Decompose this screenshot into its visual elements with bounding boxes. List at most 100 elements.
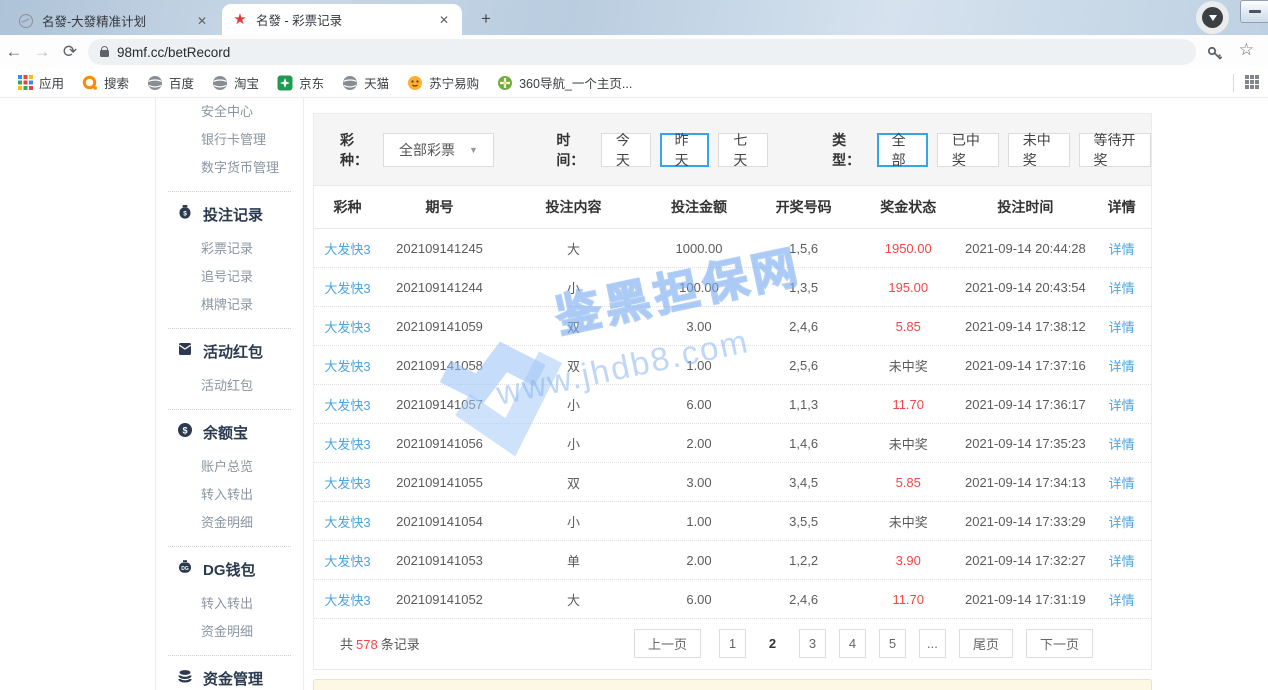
- draw-numbers-cell: 1,3,5: [749, 280, 858, 295]
- table-header-cell: 投注时间: [958, 197, 1092, 217]
- bookmark-item[interactable]: 天猫: [333, 71, 398, 95]
- sidebar-item[interactable]: 银行卡管理: [156, 126, 303, 154]
- lottery-link[interactable]: 大发快3: [314, 278, 381, 297]
- orange-ring-icon: [82, 75, 98, 91]
- password-key-icon[interactable]: [1206, 44, 1224, 65]
- detail-link[interactable]: 详情: [1092, 395, 1151, 414]
- media-controls-button[interactable]: [1196, 1, 1229, 34]
- time-filter-button[interactable]: 今天: [601, 133, 651, 167]
- lottery-link[interactable]: 大发快3: [314, 317, 381, 336]
- globe-icon: [342, 75, 358, 91]
- prize-status-cell: 11.70: [858, 592, 958, 607]
- sidebar-item[interactable]: 棋牌记录: [156, 291, 303, 319]
- pagination-page-5[interactable]: 5: [879, 629, 906, 658]
- pagination-page-3[interactable]: 3: [799, 629, 826, 658]
- time-filter-button[interactable]: 昨天: [660, 133, 710, 167]
- sidebar-section-header[interactable]: $余额宝: [156, 419, 303, 445]
- money-bag-icon: $: [177, 204, 193, 224]
- sidebar-item[interactable]: 转入转出: [156, 481, 303, 509]
- pagination-page-4[interactable]: 4: [839, 629, 866, 658]
- pagination-prev-button[interactable]: 上一页: [634, 629, 701, 658]
- type-filter-label: 类型：: [832, 130, 869, 170]
- lottery-link[interactable]: 大发快3: [314, 473, 381, 492]
- pagination-next-button[interactable]: 下一页: [1026, 629, 1093, 658]
- sidebar-item[interactable]: 彩票记录: [156, 235, 303, 263]
- prize-status-cell: 3.90: [858, 553, 958, 568]
- sidebar-section-title: 活动红包: [203, 341, 263, 362]
- reload-icon[interactable]: ⟳: [56, 42, 84, 62]
- amount-cell: 2.00: [649, 553, 749, 568]
- account-sidebar: 安全中心银行卡管理数字货币管理$投注记录彩票记录追号记录棋牌记录活动红包活动红包…: [155, 98, 304, 690]
- type-filter-button[interactable]: 已中奖: [937, 133, 999, 167]
- amount-cell: 6.00: [649, 397, 749, 412]
- sidebar-section-header[interactable]: 资金管理: [156, 665, 303, 690]
- new-tab-button[interactable]: +: [474, 8, 498, 32]
- type-filter-button[interactable]: 等待开奖: [1079, 133, 1151, 167]
- tab-close-icon[interactable]: ✕: [436, 12, 452, 28]
- table-row: 大发快3202109141052大6.002,4,611.702021-09-1…: [314, 580, 1151, 619]
- pagination-last-button[interactable]: 尾页: [959, 629, 1013, 658]
- detail-link[interactable]: 详情: [1092, 590, 1151, 609]
- pagination-page-1[interactable]: 1: [719, 629, 746, 658]
- table-row: 大发快3202109141244小100.001,3,5195.002021-0…: [314, 268, 1151, 307]
- browser-tab-bet-record[interactable]: ★ 名發 - 彩票记录 ✕: [222, 4, 462, 35]
- sidebar-item[interactable]: 安全中心: [156, 98, 303, 126]
- detail-link[interactable]: 详情: [1092, 317, 1151, 336]
- bookmark-item[interactable]: 搜索: [73, 71, 138, 95]
- browser-tab-plan[interactable]: 名發-大發精准计划 ✕: [8, 6, 220, 35]
- back-icon[interactable]: ←: [0, 42, 28, 62]
- lottery-link[interactable]: 大发快3: [314, 551, 381, 570]
- time-filter-label: 时间：: [556, 130, 593, 170]
- sidebar-section-header[interactable]: 活动红包: [156, 338, 303, 364]
- tab-favicon-star-icon: ★: [232, 12, 248, 28]
- lottery-link[interactable]: 大发快3: [314, 395, 381, 414]
- detail-link[interactable]: 详情: [1092, 551, 1151, 570]
- bookmark-item[interactable]: 应用: [8, 71, 73, 95]
- svg-text:DG: DG: [181, 566, 189, 572]
- forward-icon[interactable]: →: [28, 42, 56, 62]
- lock-icon: [100, 50, 109, 57]
- prize-status-cell: 5.85: [858, 475, 958, 490]
- sidebar-item[interactable]: 账户总览: [156, 453, 303, 481]
- bookmark-item[interactable]: 苏宁易购: [398, 71, 488, 95]
- detail-link[interactable]: 详情: [1092, 512, 1151, 531]
- lottery-type-dropdown[interactable]: 全部彩票 ▼: [383, 133, 495, 167]
- bookmark-item[interactable]: 百度: [138, 71, 203, 95]
- detail-link[interactable]: 详情: [1092, 434, 1151, 453]
- lottery-link[interactable]: 大发快3: [314, 239, 381, 258]
- sidebar-item[interactable]: 资金明细: [156, 618, 303, 646]
- tab-close-icon[interactable]: ✕: [194, 13, 210, 29]
- sidebar-item[interactable]: 数字货币管理: [156, 154, 303, 182]
- detail-link[interactable]: 详情: [1092, 278, 1151, 297]
- detail-link[interactable]: 详情: [1092, 473, 1151, 492]
- lottery-link[interactable]: 大发快3: [314, 434, 381, 453]
- lottery-link[interactable]: 大发快3: [314, 590, 381, 609]
- sidebar-item[interactable]: 资金明细: [156, 509, 303, 537]
- lottery-link[interactable]: 大发快3: [314, 356, 381, 375]
- bookmark-item[interactable]: 京东: [268, 71, 333, 95]
- bet-content-cell: 双: [498, 473, 649, 492]
- sidebar-item[interactable]: 转入转出: [156, 590, 303, 618]
- bookmark-label: 淘宝: [234, 73, 259, 92]
- sidebar-item[interactable]: 追号记录: [156, 263, 303, 291]
- dg-wallet-icon: DG: [177, 559, 193, 579]
- bookmark-item[interactable]: 淘宝: [203, 71, 268, 95]
- bookmark-item[interactable]: 360导航_一个主页...: [488, 71, 641, 95]
- table-row: 大发快3202109141054小1.003,5,5未中奖2021-09-14 …: [314, 502, 1151, 541]
- sidebar-section-header[interactable]: $投注记录: [156, 201, 303, 227]
- bet-content-cell: 小: [498, 434, 649, 453]
- bookmarks-grid-icon[interactable]: [1244, 74, 1260, 93]
- address-bar[interactable]: 98mf.cc/betRecord: [88, 39, 1196, 65]
- detail-link[interactable]: 详情: [1092, 239, 1151, 258]
- detail-link[interactable]: 详情: [1092, 356, 1151, 375]
- type-filter-button[interactable]: 未中奖: [1008, 133, 1070, 167]
- bookmark-star-icon[interactable]: ☆: [1239, 40, 1254, 60]
- type-filter-button[interactable]: 全部: [877, 133, 928, 167]
- sidebar-section-header[interactable]: DGDG钱包: [156, 556, 303, 582]
- pagination-ellipsis-button[interactable]: ...: [919, 629, 946, 658]
- minimize-button[interactable]: [1240, 0, 1268, 23]
- lottery-link[interactable]: 大发快3: [314, 512, 381, 531]
- prize-status-cell: 5.85: [858, 319, 958, 334]
- time-filter-button[interactable]: 七天: [718, 133, 768, 167]
- sidebar-item[interactable]: 活动红包: [156, 372, 303, 400]
